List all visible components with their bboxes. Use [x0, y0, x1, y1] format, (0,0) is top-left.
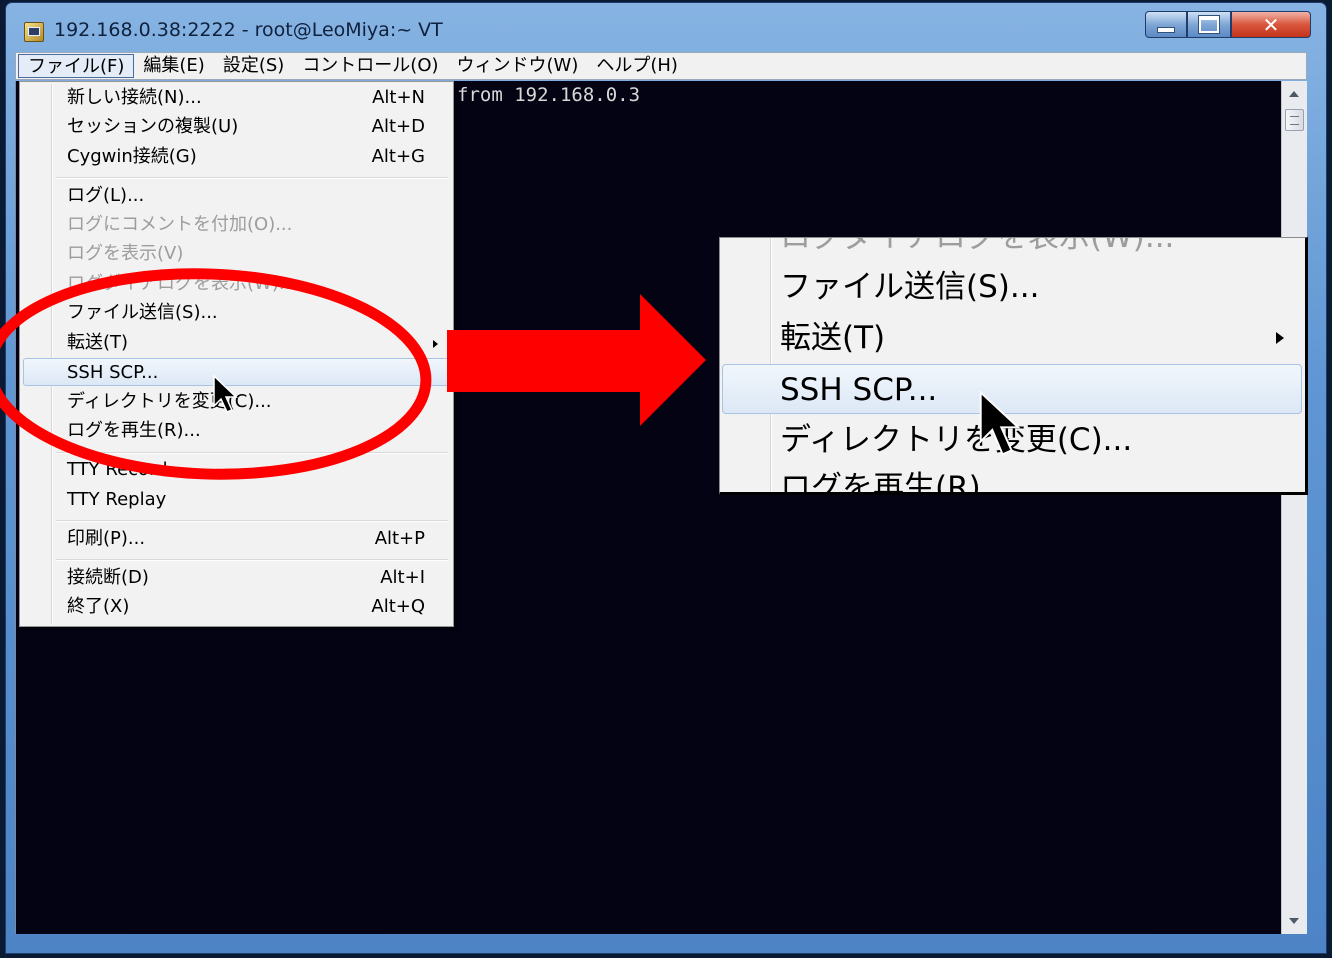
submenu-arrow-icon: [1276, 332, 1284, 344]
scroll-down-icon[interactable]: [1289, 918, 1299, 924]
menu-item-shortcut: Alt+P: [374, 528, 425, 549]
terminal-text: from 192.168.0.3: [457, 84, 641, 106]
maximize-button[interactable]: [1187, 11, 1231, 38]
menu-setup[interactable]: 設定(S): [214, 54, 293, 78]
menu-item-label: 印刷(P)...: [67, 528, 146, 549]
menu-item-print[interactable]: 印刷(P)... Alt+P: [23, 525, 450, 553]
menu-item-label: ログダイアログを表示(W)...: [780, 237, 1175, 255]
menu-item-tty-replay[interactable]: TTY Replay: [23, 486, 450, 514]
menu-item-duplicate-session[interactable]: セッションの複製(U) Alt+D: [23, 113, 450, 141]
menu-file[interactable]: ファイル(F): [18, 54, 135, 78]
file-menu-dropdown: 新しい接続(N)... Alt+N セッションの複製(U) Alt+D Cygw…: [19, 81, 454, 627]
menu-item-send-file[interactable]: ファイル送信(S)...: [23, 299, 450, 327]
menu-item-label: 新しい接続(N)...: [67, 87, 202, 108]
menu-item-label: ファイル送信(S)...: [67, 302, 218, 323]
menu-item-label: ログを表示(V): [67, 243, 184, 264]
maximize-icon: [1199, 16, 1219, 33]
menu-item-label: ログを再生(R)...: [67, 420, 201, 441]
scroll-up-icon[interactable]: [1289, 91, 1299, 97]
menu-separator: [56, 559, 448, 561]
menu-item-label: 転送(T): [67, 332, 129, 353]
zoom-item-replay-log: ログを再生(R)...: [722, 463, 1302, 495]
menu-item-view-log: ログを表示(V): [23, 240, 450, 268]
menu-item-replay-log[interactable]: ログを再生(R)...: [23, 417, 450, 445]
menu-item-label: 終了(X): [67, 596, 130, 617]
menu-item-label: ディレクトリを変更(C)...: [780, 422, 1133, 458]
window-title: 192.168.0.38:2222 - root@LeoMiya:~ VT: [54, 19, 443, 41]
menu-item-label: SSH SCP...: [780, 372, 938, 408]
menu-control[interactable]: コントロール(O): [293, 54, 447, 78]
menu-item-label: TTY Record: [67, 459, 168, 480]
zoom-item-show-log-dialog: ログダイアログを表示(W)...: [722, 237, 1302, 262]
minimize-button[interactable]: [1145, 11, 1187, 38]
mouse-cursor-large-icon: [979, 390, 1021, 456]
mouse-cursor-icon: [213, 374, 238, 413]
vertical-scrollbar[interactable]: [1281, 81, 1307, 934]
minimize-icon: [1157, 26, 1175, 33]
menu-item-shortcut: Alt+I: [380, 567, 425, 588]
menu-item-label: 転送(T): [780, 320, 886, 356]
menu-item-label: TTY Replay: [67, 489, 167, 510]
close-icon: ✕: [1262, 12, 1280, 37]
menu-edit[interactable]: 編集(E): [134, 54, 213, 78]
menu-item-label: ログを再生(R)...: [780, 470, 1011, 495]
menu-item-shortcut: Alt+Q: [371, 596, 425, 617]
zoom-item-send-file: ファイル送信(S)...: [722, 262, 1302, 312]
menu-item-new-connection[interactable]: 新しい接続(N)... Alt+N: [23, 84, 450, 112]
zoom-item-transfer: 転送(T): [722, 313, 1302, 363]
menu-item-show-log-dialog: ログダイアログを表示(W)...: [23, 270, 450, 298]
menu-bar: ファイル(F) 編集(E) 設定(S) コントロール(O) ウィンドウ(W) ヘ…: [15, 52, 1307, 80]
menu-item-label: ログにコメントを付加(O)...: [67, 214, 293, 235]
menu-item-disconnect[interactable]: 接続断(D) Alt+I: [23, 564, 450, 592]
menu-item-log-comment: ログにコメントを付加(O)...: [23, 211, 450, 239]
menu-item-tty-record[interactable]: TTY Record: [23, 456, 450, 484]
menu-item-label: ファイル送信(S)...: [780, 269, 1040, 305]
menu-item-cygwin-connection[interactable]: Cygwin接続(G) Alt+G: [23, 143, 450, 171]
menu-separator: [56, 520, 448, 522]
menu-item-label: 接続断(D): [67, 567, 149, 588]
menu-item-exit[interactable]: 終了(X) Alt+Q: [23, 593, 450, 621]
submenu-arrow-icon: [433, 340, 438, 348]
menu-item-shortcut: Alt+D: [371, 116, 425, 137]
menu-item-label: ログダイアログを表示(W)...: [67, 273, 297, 294]
menu-item-label: セッションの複製(U): [67, 116, 239, 137]
close-button[interactable]: ✕: [1231, 11, 1311, 38]
menu-item-shortcut: Alt+G: [371, 146, 425, 167]
menu-separator: [56, 452, 448, 454]
menu-item-label: ログ(L)...: [67, 185, 145, 206]
menu-help[interactable]: ヘルプ(H): [587, 54, 687, 78]
menu-item-shortcut: Alt+N: [372, 87, 425, 108]
app-icon[interactable]: [24, 22, 44, 42]
menu-window[interactable]: ウィンドウ(W): [448, 54, 588, 78]
menu-item-label: Cygwin接続(G): [67, 146, 197, 167]
menu-item-log[interactable]: ログ(L)...: [23, 182, 450, 210]
scroll-thumb[interactable]: [1285, 109, 1304, 131]
menu-item-transfer[interactable]: 転送(T): [23, 329, 450, 357]
menu-separator: [56, 177, 448, 179]
menu-item-label: SSH SCP...: [67, 362, 159, 383]
